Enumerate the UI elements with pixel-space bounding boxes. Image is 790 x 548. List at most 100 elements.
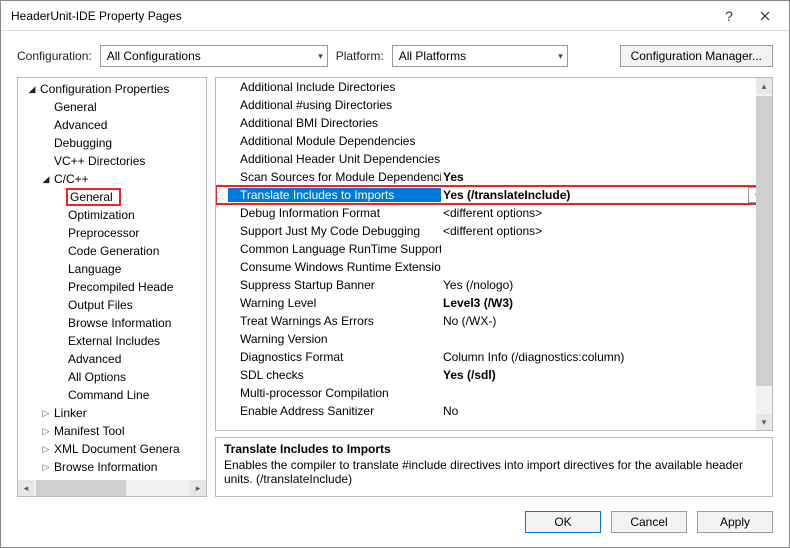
property-label: SDL checks — [216, 368, 441, 382]
property-row[interactable]: Additional Module Dependencies — [216, 132, 772, 150]
apply-button[interactable]: Apply — [697, 511, 773, 533]
tree-item-vc-directories[interactable]: VC++ Directories — [18, 152, 206, 170]
property-row[interactable]: Enable Address SanitizerNo — [216, 402, 772, 420]
tree-item-label: Manifest Tool — [52, 424, 126, 438]
tree-item-linker[interactable]: ▷Linker — [18, 404, 206, 422]
tree-expand-icon[interactable]: ◢ — [40, 174, 52, 185]
chevron-down-icon: ▾ — [558, 51, 563, 62]
tree-item-label: Preprocessor — [66, 226, 141, 240]
config-row: Configuration: All Configurations ▾ Plat… — [1, 31, 789, 77]
tree-item-external-includes[interactable]: External Includes — [18, 332, 206, 350]
property-label: Treat Warnings As Errors — [216, 314, 441, 328]
close-button[interactable] — [747, 2, 783, 30]
tree-item-browse-information[interactable]: Browse Information — [18, 314, 206, 332]
property-row[interactable]: Multi-processor Compilation — [216, 384, 772, 402]
scroll-down-icon[interactable]: ▾ — [756, 414, 772, 430]
property-row[interactable]: Additional #using Directories — [216, 96, 772, 114]
title-bar: HeaderUnit-IDE Property Pages ? — [1, 1, 789, 31]
property-row[interactable]: SDL checksYes (/sdl) — [216, 366, 772, 384]
property-value: Yes — [441, 170, 772, 184]
scroll-up-icon[interactable]: ▴ — [756, 78, 772, 94]
tree-item-label: C/C++ — [52, 172, 91, 186]
property-label: Additional Module Dependencies — [216, 134, 441, 148]
tree-item-label: Code Generation — [66, 244, 161, 258]
tree-item-label: Debugging — [52, 136, 114, 150]
tree-item-label: All Options — [66, 370, 128, 384]
property-row[interactable]: Treat Warnings As ErrorsNo (/WX-) — [216, 312, 772, 330]
tree-scroll[interactable]: ◢Configuration PropertiesGeneralAdvanced… — [18, 78, 206, 496]
tree-item-xml-document-genera[interactable]: ▷XML Document Genera — [18, 440, 206, 458]
configuration-manager-button[interactable]: Configuration Manager... — [620, 45, 773, 67]
property-row[interactable]: Suppress Startup BannerYes (/nologo) — [216, 276, 772, 294]
close-icon — [760, 11, 770, 21]
property-row[interactable]: Consume Windows Runtime Extension — [216, 258, 772, 276]
property-row[interactable]: Debug Information Format<different optio… — [216, 204, 772, 222]
help-button[interactable]: ? — [711, 2, 747, 30]
tree-item-general[interactable]: General — [18, 188, 206, 206]
ok-button[interactable]: OK — [525, 511, 601, 533]
tree-expand-icon[interactable]: ▷ — [40, 444, 52, 455]
property-row[interactable]: Additional BMI Directories — [216, 114, 772, 132]
scroll-thumb[interactable] — [756, 96, 772, 386]
tree-item-label: External Includes — [66, 334, 162, 348]
tree-item-c-c-[interactable]: ◢C/C++ — [18, 170, 206, 188]
property-label: Consume Windows Runtime Extension — [216, 260, 441, 274]
tree-expand-icon[interactable]: ▷ — [40, 462, 52, 473]
tree-item-configuration-properties[interactable]: ◢Configuration Properties — [18, 80, 206, 98]
tree-item-label: Precompiled Heade — [66, 280, 175, 294]
tree-item-command-line[interactable]: Command Line — [18, 386, 206, 404]
right-pane: Additional Include Directories Additional… — [215, 77, 773, 497]
grid-v-scrollbar[interactable]: ▴ ▾ — [756, 78, 772, 430]
property-value: Level3 (/W3) — [441, 296, 772, 310]
property-label: Additional Include Directories — [216, 80, 441, 94]
scroll-thumb[interactable] — [36, 480, 126, 496]
tree-item-precompiled-heade[interactable]: Precompiled Heade — [18, 278, 206, 296]
tree-item-optimization[interactable]: Optimization — [18, 206, 206, 224]
tree-item-all-options[interactable]: All Options — [18, 368, 206, 386]
tree-item-code-generation[interactable]: Code Generation — [18, 242, 206, 260]
property-label: Scan Sources for Module Dependencies — [216, 170, 441, 184]
property-row[interactable]: Diagnostics FormatColumn Info (/diagnost… — [216, 348, 772, 366]
property-value: No — [441, 404, 772, 418]
platform-value: All Platforms — [399, 49, 466, 63]
property-row[interactable]: Scan Sources for Module DependenciesYes — [216, 168, 772, 186]
tree-expand-icon[interactable]: ▷ — [40, 408, 52, 419]
property-grid: Additional Include Directories Additional… — [215, 77, 773, 431]
tree-expand-icon[interactable]: ◢ — [26, 84, 38, 95]
chevron-down-icon: ▾ — [318, 51, 323, 62]
property-row[interactable]: Warning LevelLevel3 (/W3) — [216, 294, 772, 312]
scroll-right-icon[interactable]: ▸ — [190, 480, 206, 496]
tree-item-language[interactable]: Language — [18, 260, 206, 278]
property-label: Suppress Startup Banner — [216, 278, 441, 292]
tree-item-debugging[interactable]: Debugging — [18, 134, 206, 152]
tree-item-preprocessor[interactable]: Preprocessor — [18, 224, 206, 242]
tree-item-output-files[interactable]: Output Files — [18, 296, 206, 314]
tree-item-advanced[interactable]: Advanced — [18, 350, 206, 368]
property-value: No (/WX-) — [441, 314, 772, 328]
property-row[interactable]: Warning Version — [216, 330, 772, 348]
tree-item-manifest-tool[interactable]: ▷Manifest Tool — [18, 422, 206, 440]
nav-tree: ◢Configuration PropertiesGeneralAdvanced… — [17, 77, 207, 497]
property-label: Support Just My Code Debugging — [216, 224, 441, 238]
configuration-value: All Configurations — [107, 49, 201, 63]
tree-item-label: Output Files — [66, 298, 135, 312]
grid-scroll[interactable]: Additional Include Directories Additional… — [216, 78, 772, 430]
property-label: Enable Address Sanitizer — [216, 404, 441, 418]
scroll-left-icon[interactable]: ◂ — [18, 480, 34, 496]
tree-expand-icon[interactable]: ▷ — [40, 426, 52, 437]
tree-item-general[interactable]: General — [18, 98, 206, 116]
property-row[interactable]: Common Language RunTime Support — [216, 240, 772, 258]
tree-item-advanced[interactable]: Advanced — [18, 116, 206, 134]
property-row[interactable]: Translate Includes to ImportsYes (/trans… — [216, 186, 772, 204]
tree-item-label: Language — [66, 262, 123, 276]
window-title: HeaderUnit-IDE Property Pages — [11, 9, 711, 23]
tree-h-scrollbar[interactable]: ◂ ▸ — [18, 480, 206, 496]
platform-combo[interactable]: All Platforms ▾ — [392, 45, 568, 67]
property-row[interactable]: Support Just My Code Debugging<different… — [216, 222, 772, 240]
property-row[interactable]: Additional Header Unit Dependencies — [216, 150, 772, 168]
cancel-button[interactable]: Cancel — [611, 511, 687, 533]
tree-item-browse-information[interactable]: ▷Browse Information — [18, 458, 206, 476]
dialog-buttons: OK Cancel Apply — [1, 501, 789, 547]
property-row[interactable]: Additional Include Directories — [216, 78, 772, 96]
configuration-combo[interactable]: All Configurations ▾ — [100, 45, 328, 67]
